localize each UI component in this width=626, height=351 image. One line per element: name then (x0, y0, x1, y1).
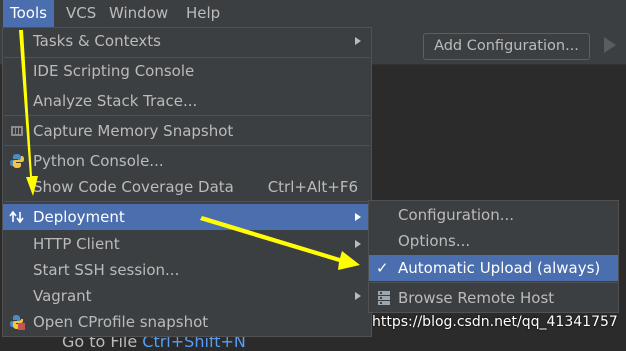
annotation-arrow-right (200, 216, 360, 270)
annotation-arrows (19, 30, 360, 270)
annotation-arrow-down (19, 30, 38, 196)
